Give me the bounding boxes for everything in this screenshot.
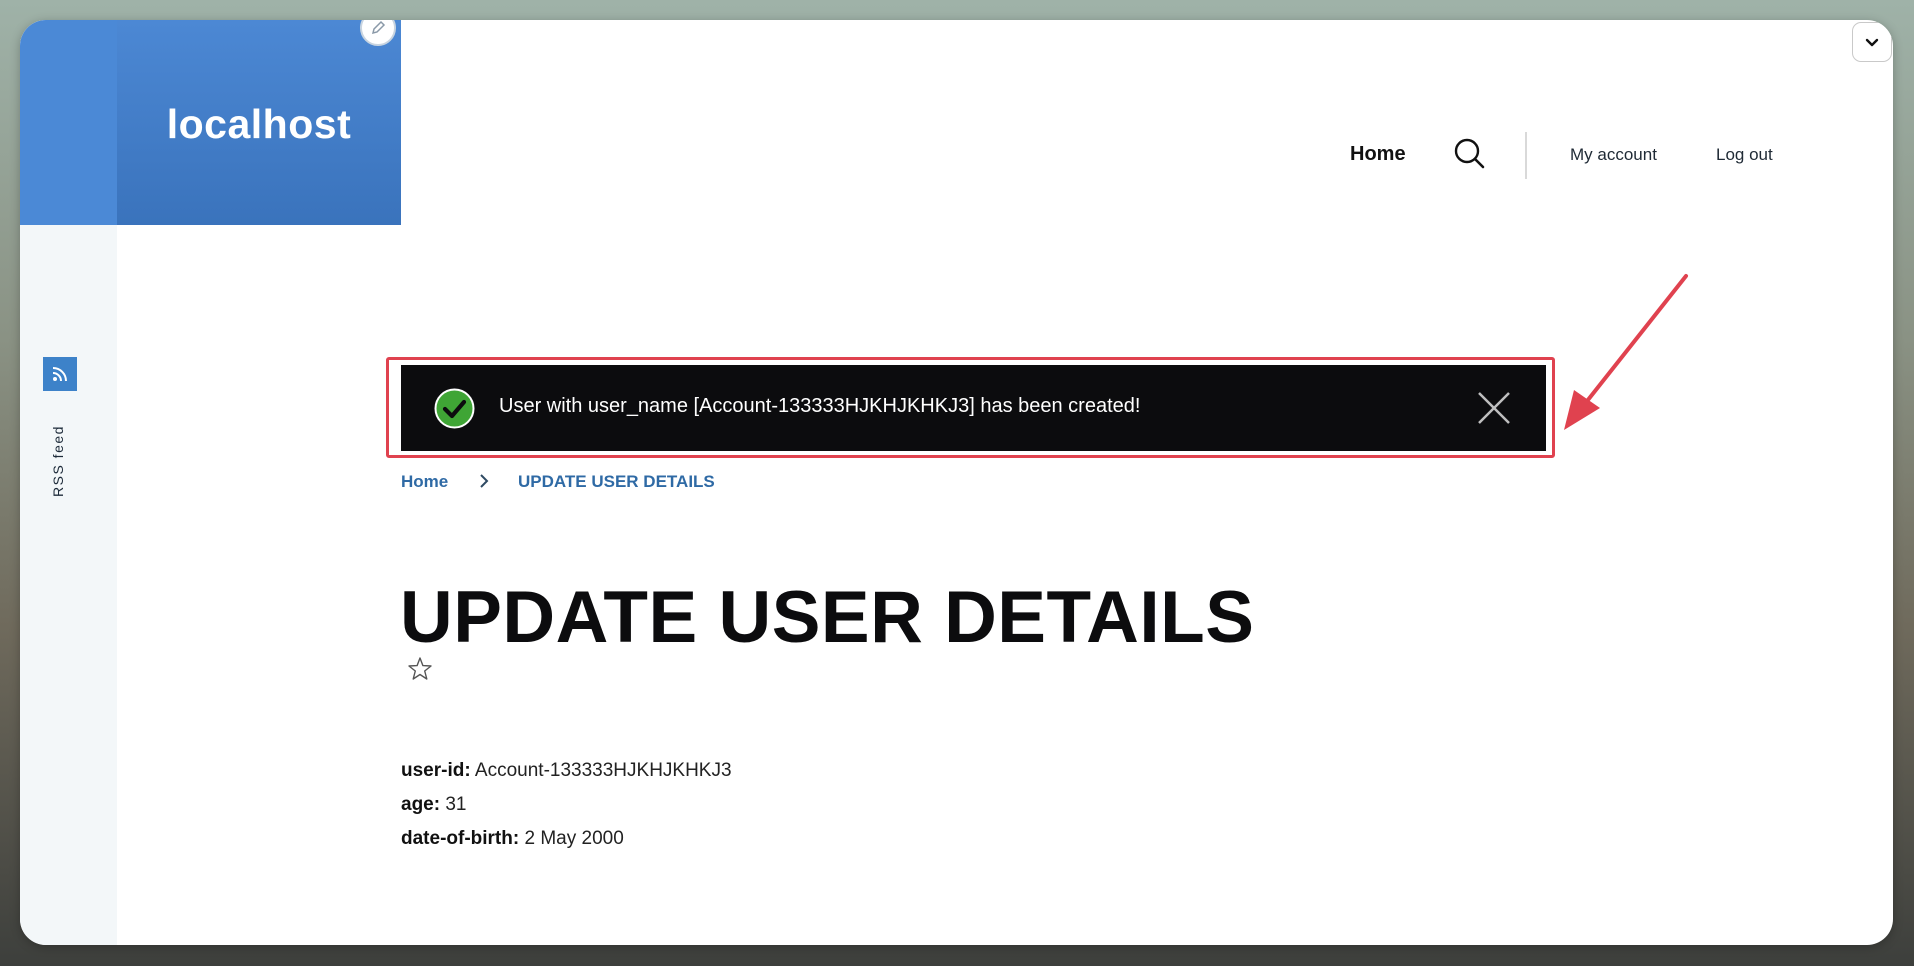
star-icon[interactable] [406,655,434,683]
page-title: UPDATE USER DETAILS [400,577,1255,658]
detail-row-date-of-birth: date-of-birth: 2 May 2000 [401,828,732,862]
browser-window: localhost RSS feed Home My account Log o… [20,20,1893,945]
detail-key: user-id: [401,760,471,781]
site-branding[interactable]: localhost [117,20,401,225]
user-details: user-id: Account-133333HJKHJKHKJ3 age: 3… [401,760,732,862]
close-icon[interactable] [1476,390,1512,426]
detail-row-age: age: 31 [401,794,732,828]
detail-row-user-id: user-id: Account-133333HJKHJKHKJ3 [401,760,732,794]
my-account-link[interactable]: My account [1570,145,1657,165]
search-icon[interactable] [1452,137,1486,171]
sidebar-header-block [20,20,117,225]
chevron-right-icon [480,474,489,488]
nav-home-link[interactable]: Home [1350,143,1406,166]
detail-key: age: [401,794,441,815]
detail-value: 2 May 2000 [524,828,624,849]
detail-value: 31 [445,794,467,815]
status-message: User with user_name [Account-133333HJKHJ… [401,365,1546,451]
annotation-arrow-icon [1564,274,1688,430]
breadcrumb-home-link[interactable]: Home [401,472,448,492]
detail-value: Account-133333HJKHJKHKJ3 [474,760,732,781]
site-name[interactable]: localhost [167,101,351,148]
rss-icon[interactable] [43,357,77,391]
check-circle-icon [434,388,475,429]
breadcrumb-current: UPDATE USER DETAILS [518,472,715,491]
status-message-text: User with user_name [Account-133333HJKHJ… [499,395,1141,417]
rss-feed-label[interactable]: RSS feed [50,425,66,497]
detail-key: date-of-birth: [401,828,520,849]
chevron-down-icon[interactable] [1852,22,1892,62]
nav-divider [1525,132,1527,179]
log-out-link[interactable]: Log out [1716,145,1773,165]
